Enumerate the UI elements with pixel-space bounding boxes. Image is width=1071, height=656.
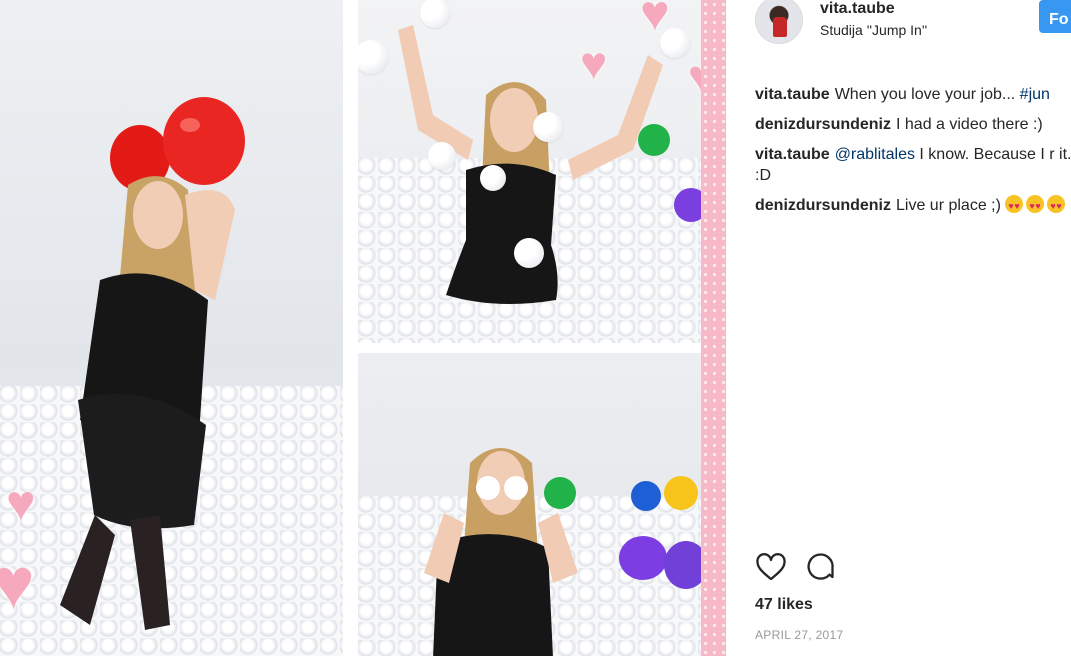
heart-sticker-icon: ♥ [6,475,36,531]
woman-arms-raised [398,25,701,304]
floating-ball [428,142,456,170]
floating-ball [514,238,544,268]
heart-eyes-emoji-icon [1026,195,1045,217]
comment-item: denizdursundeniz Live ur place ;) [755,195,1071,217]
post-image[interactable]: ♥ ♥ ♥ ♥ ♥ [0,0,726,656]
comment-item: vita.taube When you love your job... #jun [755,84,1071,105]
hashtag-link[interactable]: #jun [1020,86,1050,103]
comment-username[interactable]: vita.taube [755,146,830,163]
comment-username[interactable]: denizdursundeniz [755,197,891,214]
comment-username[interactable]: denizdursundeniz [755,116,891,133]
heart-sticker-icon: ♥ [688,55,701,99]
pink-border-strip [701,0,726,656]
heart-sticker-icon: ♥ [0,544,35,624]
heart-eyes-emoji-icon [1005,195,1024,217]
avatar[interactable] [755,0,803,44]
comment-item: denizdursundeniz I had a video there :) [755,114,1071,135]
follow-button[interactable]: Fo [1039,0,1071,33]
woman-with-balloons [60,97,245,630]
floating-ball [533,112,563,142]
speech-bubble-icon[interactable] [805,552,837,584]
post-location[interactable]: Studija ''Jump In'' [820,22,927,38]
post-username[interactable]: vita.taube [820,0,895,18]
comment-text: When you love your job... [834,86,1020,103]
heart-sticker-icon: ♥ [640,0,670,41]
heart-outline-icon[interactable] [755,552,787,584]
heart-sticker-icon: ♥ [580,37,608,89]
comment-text: Live ur place ;) [896,197,1001,214]
woman-balls-over-eyes [424,448,701,656]
photo-panel-top-right: ♥ ♥ ♥ [358,0,701,343]
photo-panel-left: ♥ ♥ [0,0,343,656]
heart-eyes-emoji-icon [1047,195,1066,217]
likes-count[interactable]: 47 likes [755,596,813,614]
mention-link[interactable]: @rablitales [835,146,915,163]
post-date: APRIL 27, 2017 [755,628,844,642]
comment-item: vita.taube @rablitales I know. Because I … [755,144,1071,186]
floating-ball [480,165,506,191]
comments-list: vita.taube When you love your job... #jun… [755,84,1071,225]
photo-panel-bottom-right [358,353,701,656]
comment-text: I had a video there :) [896,116,1043,133]
comment-username[interactable]: vita.taube [755,86,830,103]
post-sidebar: vita.taube Studija ''Jump In'' Fo vita.t… [726,0,1071,656]
